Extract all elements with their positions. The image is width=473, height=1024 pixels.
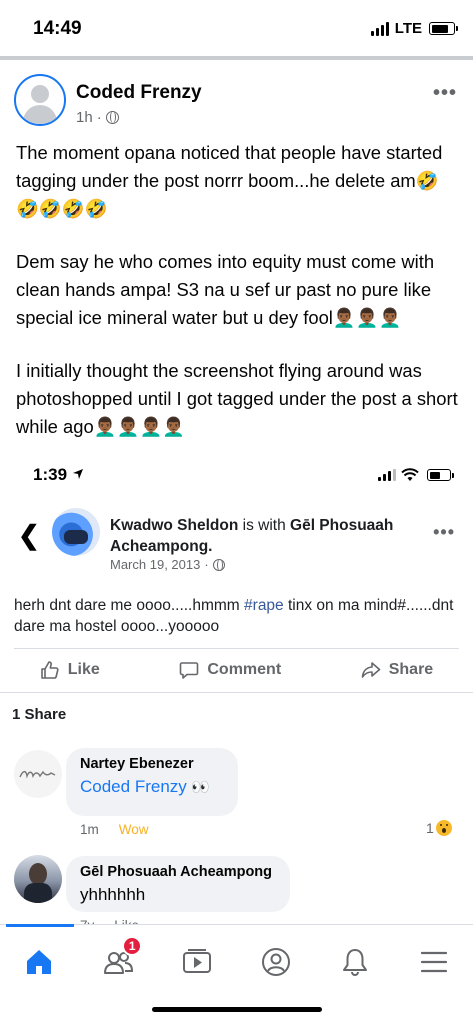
post-paragraph: Dem say he who comes into equity must co… bbox=[16, 251, 435, 328]
comment-icon bbox=[180, 662, 199, 679]
wow-reaction-icon bbox=[435, 820, 452, 836]
commenter-avatar[interactable] bbox=[14, 750, 62, 798]
home-indicator bbox=[152, 1007, 322, 1012]
battery-icon bbox=[427, 469, 454, 481]
like-button[interactable]: Like bbox=[40, 660, 100, 680]
post-meta: 1h · bbox=[76, 109, 119, 126]
screenshot-author-avatar[interactable] bbox=[52, 508, 100, 556]
post-author-name[interactable]: Coded Frenzy bbox=[76, 82, 202, 104]
author-avatar[interactable] bbox=[14, 74, 66, 126]
screenshot-post-header: Kwadwo Sheldon is with Gēl Phosuaah Ache… bbox=[110, 515, 410, 557]
nav-notifications[interactable] bbox=[335, 942, 375, 982]
comment-bubble: Nartey Ebenezer Coded Frenzy 👀 bbox=[66, 748, 238, 816]
comment-meta: 1m Wow bbox=[80, 822, 149, 837]
status-bar: 14:49 LTE bbox=[0, 0, 473, 56]
nav-active-indicator bbox=[6, 924, 74, 927]
screenshot-status-time: 1:39 bbox=[33, 465, 84, 485]
back-button[interactable]: ❮ bbox=[18, 520, 40, 551]
divider bbox=[14, 648, 459, 649]
post-time[interactable]: 1h bbox=[76, 109, 93, 126]
post-action-bar: Like Comment Share bbox=[0, 652, 473, 688]
share-count[interactable]: 1 Share bbox=[12, 706, 66, 723]
comment-text: yhhhhhh bbox=[80, 885, 146, 904]
divider bbox=[0, 692, 473, 693]
hamburger-menu-icon bbox=[420, 951, 447, 972]
comment-bubble: Gēl Phosuaah Acheampong yhhhhhh bbox=[66, 856, 290, 912]
location-arrow-icon bbox=[72, 469, 83, 479]
thumbs-up-icon bbox=[40, 661, 59, 679]
friends-notification-badge: 1 bbox=[122, 935, 143, 956]
signal-icon bbox=[378, 469, 396, 481]
status-time: 14:49 bbox=[33, 18, 82, 39]
network-label: LTE bbox=[394, 20, 422, 37]
commenter-name[interactable]: Gēl Phosuaah Acheampong bbox=[80, 864, 276, 880]
commenter-name[interactable]: Nartey Ebenezer bbox=[80, 756, 224, 772]
battery-icon bbox=[429, 22, 458, 35]
share-button[interactable]: Share bbox=[361, 660, 433, 680]
comment-reaction-count[interactable]: 1 bbox=[426, 820, 452, 836]
status-indicators: LTE bbox=[370, 20, 458, 37]
mentioned-user-link[interactable]: Coded Frenzy bbox=[80, 777, 187, 796]
globe-icon bbox=[105, 111, 119, 124]
screenshot-post-date: March 19, 2013 · bbox=[110, 557, 225, 572]
bell-icon bbox=[342, 948, 367, 976]
screenshot-status-indicators bbox=[378, 468, 454, 482]
divider bbox=[0, 56, 473, 60]
comment-reaction-label[interactable]: Wow bbox=[119, 822, 149, 837]
bottom-nav: 1 bbox=[0, 924, 473, 994]
signature-logo bbox=[19, 770, 56, 779]
nav-watch[interactable] bbox=[177, 942, 217, 982]
screenshot-author-name[interactable]: Kwadwo Sheldon bbox=[110, 517, 238, 534]
post-paragraph: The moment opana noticed that people hav… bbox=[16, 142, 443, 219]
screenshot-post-text: herh dnt dare me oooo.....hmmm #rape tin… bbox=[14, 597, 454, 635]
with-text: is with bbox=[242, 517, 286, 534]
home-icon bbox=[27, 949, 52, 974]
post-paragraph: I initially thought the screenshot flyin… bbox=[16, 360, 458, 437]
nav-menu[interactable] bbox=[414, 942, 454, 982]
post-more-options-button[interactable]: ••• bbox=[433, 82, 457, 105]
signal-icon bbox=[370, 21, 389, 36]
nav-home[interactable] bbox=[19, 942, 59, 982]
share-icon bbox=[361, 662, 381, 678]
nav-friends[interactable]: 1 bbox=[98, 935, 143, 982]
profile-icon bbox=[261, 947, 290, 976]
screenshot-more-options-button[interactable]: ••• bbox=[433, 522, 455, 543]
comment-time: 1m bbox=[80, 822, 99, 837]
video-play-icon bbox=[183, 948, 212, 973]
eyes-emoji: 👀 bbox=[191, 779, 210, 796]
meta-separator: · bbox=[96, 109, 102, 126]
nav-profile[interactable] bbox=[256, 942, 296, 982]
globe-icon bbox=[212, 558, 225, 571]
wifi-icon bbox=[401, 468, 419, 481]
post-text: The moment opana noticed that people hav… bbox=[16, 139, 461, 466]
hashtag-link[interactable]: #rape bbox=[244, 597, 284, 614]
comment-button[interactable]: Comment bbox=[179, 660, 281, 680]
commenter-avatar[interactable] bbox=[14, 855, 62, 903]
